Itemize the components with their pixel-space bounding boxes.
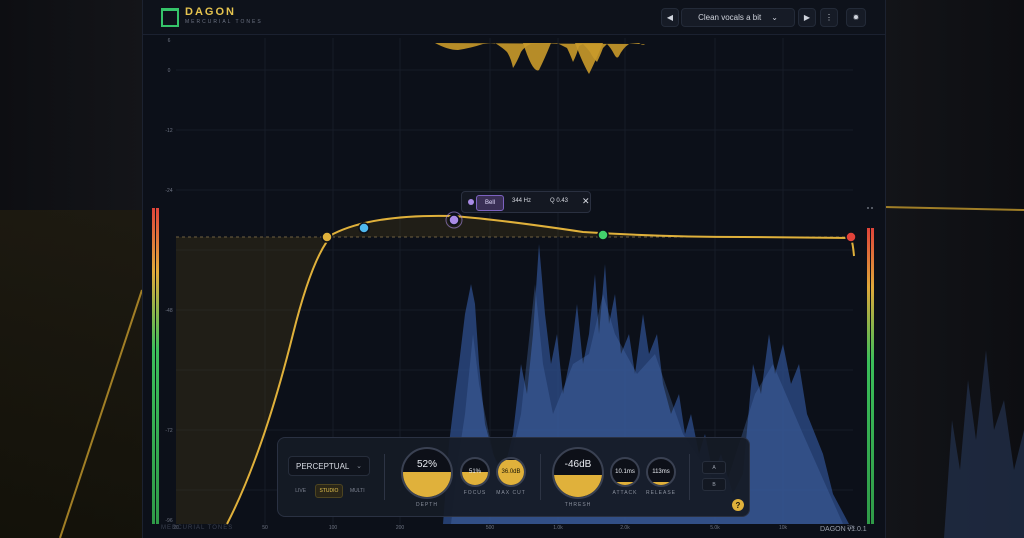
depth-label: DEPTH [416,502,438,508]
freq-label: 2.0k [620,525,630,531]
mode-studio-button[interactable]: STUDIO [315,484,343,498]
prev-preset-button[interactable]: ◀ [661,8,679,27]
app-subtitle: MERCURIAL TONES [185,19,263,25]
attack-value: 10.1ms [615,469,635,475]
threshold-value: -46dB [564,458,592,470]
band-editor-popup: Bell 344 Hz Q 0.43 ✕ [461,191,591,213]
freq-label: 100 [329,525,338,531]
chevron-down-icon: ⌄ [771,13,778,22]
freq-label: 200 [396,525,405,531]
input-meter-right [156,208,159,524]
band-1-handle[interactable] [321,231,333,243]
attack-label: ATTACK [612,490,638,496]
detection-mode-value: PERCEPTUAL [296,461,350,471]
db-label: -12 [165,128,172,134]
next-preset-button[interactable]: ▶ [798,8,816,27]
depth-knob[interactable]: 52% [401,447,453,499]
input-meter-left [152,208,155,524]
threshold-label: THRESH [564,502,592,508]
threshold-knob-fill [554,475,602,497]
preset-name: Clean vocals a bit [698,13,762,22]
mode-live-button[interactable]: LIVE [288,484,313,498]
help-button[interactable]: ? [732,499,744,511]
band-2-handle[interactable] [358,222,370,234]
ab-compare-b-button[interactable]: B [702,478,726,491]
detection-mode-dropdown[interactable]: PERCEPTUAL ⌄ [288,456,370,476]
mode-selector: LIVE STUDIO MULTI [288,484,370,498]
freq-label: 50 [262,525,268,531]
preset-selector[interactable]: Clean vocals a bit ⌄ [681,8,795,27]
logo-icon [161,8,179,27]
freq-label: 5.0k [710,525,720,531]
attack-knob-fill [612,482,638,485]
chevron-down-icon: ⌄ [356,463,362,470]
freq-label: 500 [486,525,495,531]
release-value: 113ms [652,469,670,475]
band-color-dot [468,199,474,205]
freq-label: 10k [779,525,788,531]
close-icon[interactable]: ✕ [582,196,590,207]
threshold-knob[interactable]: -46dB [552,447,604,499]
version-label: DAGON v1.0.1 [820,526,867,533]
focus-knob[interactable]: 51% [460,457,490,487]
db-label: 6 [168,38,171,44]
menu-button[interactable]: ⋮ [820,8,838,27]
header-bar: DAGON MERCURIAL TONES ◀ Clean vocals a b… [143,0,885,35]
band-5-handle[interactable] [845,231,857,243]
band-frequency[interactable]: 344 Hz [512,198,531,204]
focus-label: FOCUS [463,490,487,496]
db-label: -72 [165,428,172,434]
band-type-button[interactable]: Bell [476,195,504,211]
db-label: -96 [165,518,172,524]
attack-knob[interactable]: 10.1ms [610,457,640,487]
watermark: MERCURIAL TONES [161,525,234,531]
output-meter-left [867,228,870,524]
freq-label: 1.0k [553,525,563,531]
max-cut-knob[interactable]: 36.0dB [496,457,526,487]
plugin-window: DAGON MERCURIAL TONES ◀ Clean vocals a b… [142,0,886,538]
release-knob[interactable]: 113ms [646,457,676,487]
release-label: RELEASE [645,490,677,496]
db-label: -24 [165,188,172,194]
control-panel: PERCEPTUAL ⌄ LIVE STUDIO MULTI 52% DEPTH… [277,437,750,517]
max-cut-label: MAX CUT [496,490,526,496]
band-3-handle[interactable] [448,214,460,226]
focus-value: 51% [468,469,481,475]
app-title: DAGON [185,6,236,18]
db-label: 0 [168,68,171,74]
mode-multi-button[interactable]: MULTI [345,484,370,498]
max-cut-value: 36.0dB [501,469,521,475]
band-q[interactable]: Q 0.43 [550,198,568,204]
db-label: -48 [165,308,172,314]
output-meter-right [871,228,874,524]
settings-button[interactable]: ✹ [846,8,866,27]
band-4-handle[interactable] [597,229,609,241]
divider [384,454,385,500]
divider [689,454,690,500]
depth-value: 52% [416,458,437,470]
depth-knob-fill [403,472,451,497]
ab-compare-a-button[interactable]: A [702,461,726,474]
divider [540,454,541,500]
release-knob-fill [648,482,674,485]
